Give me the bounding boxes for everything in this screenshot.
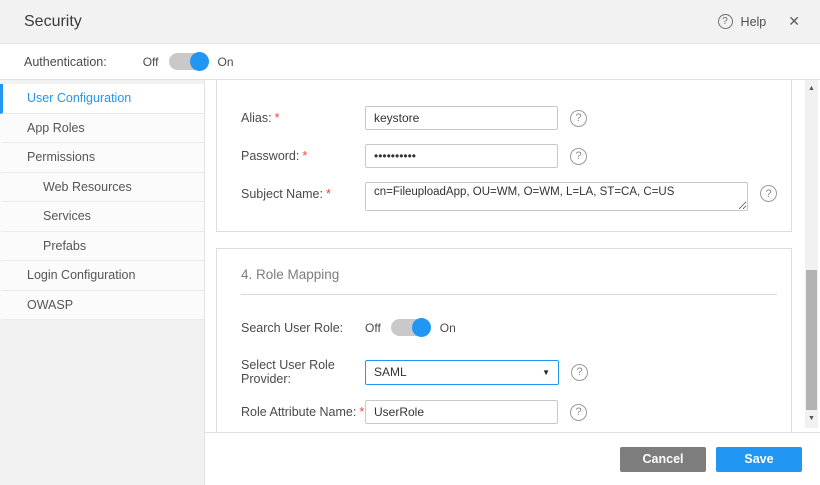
authentication-off-label: Off (143, 55, 159, 69)
scroll-viewport: Alias:* ? Password:* ? S (205, 80, 820, 432)
search-user-role-toggle[interactable] (391, 319, 430, 336)
subject-name-row: Subject Name:* cn=FileuploadApp, OU=WM, … (241, 182, 777, 211)
certificate-card: Alias:* ? Password:* ? S (216, 80, 792, 232)
help-link[interactable]: Help (741, 15, 767, 29)
password-row: Password:* ? (241, 144, 777, 168)
vertical-scrollbar[interactable]: ▲ ▼ (805, 80, 818, 428)
sidebar-item-services[interactable]: Services (0, 202, 204, 232)
dialog-body: User Configuration App Roles Permissions… (0, 80, 820, 485)
provider-selected-value: SAML (374, 365, 407, 379)
subject-name-label: Subject Name:* (241, 182, 365, 201)
provider-label: Select User Role Provider: (241, 358, 365, 386)
sidebar-item-permissions[interactable]: Permissions (0, 143, 204, 173)
alias-label: Alias:* (241, 111, 365, 125)
search-user-role-off-label: Off (365, 321, 381, 335)
sidebar-item-owasp[interactable]: OWASP (0, 291, 204, 321)
help-icon[interactable]: ? (718, 14, 733, 29)
required-asterisk: * (359, 405, 364, 419)
sidebar-item-prefabs[interactable]: Prefabs (0, 232, 204, 262)
role-attribute-input[interactable] (365, 400, 558, 424)
required-asterisk: * (275, 111, 280, 125)
dialog-header: Security ? Help ✕ (0, 0, 820, 44)
scrollbar-thumb[interactable] (806, 270, 817, 410)
role-mapping-section-title: 4. Role Mapping (241, 267, 777, 282)
user-role-provider-select[interactable]: SAML ▼ (365, 360, 559, 385)
subject-name-help-icon[interactable]: ? (760, 185, 777, 202)
password-help-icon[interactable]: ? (570, 148, 587, 165)
subject-name-textarea[interactable]: cn=FileuploadApp, OU=WM, O=WM, L=LA, ST=… (365, 182, 748, 211)
alias-help-icon[interactable]: ? (570, 110, 587, 127)
security-dialog: Security ? Help ✕ Authentication: Off On… (0, 0, 820, 485)
required-asterisk: * (326, 187, 331, 201)
alias-input[interactable] (365, 106, 558, 130)
search-user-role-toggle-group: Off On (365, 319, 456, 336)
authentication-toggle-group: Off On (143, 53, 234, 70)
sidebar-item-login-configuration[interactable]: Login Configuration (0, 261, 204, 291)
provider-help-icon[interactable]: ? (571, 364, 588, 381)
authentication-toggle[interactable] (169, 53, 208, 70)
cancel-button[interactable]: Cancel (620, 447, 706, 472)
sidebar-item-app-roles[interactable]: App Roles (0, 114, 204, 144)
sidebar-item-web-resources[interactable]: Web Resources (0, 173, 204, 203)
role-attribute-label: Role Attribute Name:* (241, 405, 365, 419)
search-user-role-on-label: On (440, 321, 456, 335)
main-panel: Alias:* ? Password:* ? S (205, 80, 820, 485)
dialog-footer: Cancel Save (205, 432, 820, 485)
security-sidebar: User Configuration App Roles Permissions… (0, 80, 205, 485)
password-label: Password:* (241, 149, 365, 163)
required-asterisk: * (302, 149, 307, 163)
role-mapping-card: 4. Role Mapping Search User Role: Off On (216, 248, 792, 432)
section-divider (241, 294, 777, 295)
sidebar-item-user-configuration[interactable]: User Configuration (0, 84, 204, 114)
scroll-up-icon[interactable]: ▲ (805, 84, 818, 94)
page-title: Security (24, 13, 82, 31)
chevron-down-icon: ▼ (542, 368, 550, 377)
authentication-bar: Authentication: Off On (0, 44, 820, 80)
search-user-role-row: Search User Role: Off On (241, 319, 777, 336)
scroll-down-icon[interactable]: ▼ (805, 414, 818, 424)
provider-row: Select User Role Provider: SAML ▼ ? (241, 358, 777, 386)
toggle-knob (190, 52, 209, 71)
close-icon[interactable]: ✕ (788, 13, 800, 30)
authentication-label: Authentication: (24, 55, 107, 69)
alias-row: Alias:* ? (241, 106, 777, 130)
header-actions: ? Help ✕ (718, 13, 800, 30)
toggle-knob (412, 318, 431, 337)
role-attribute-help-icon[interactable]: ? (570, 404, 587, 421)
save-button[interactable]: Save (716, 447, 802, 472)
authentication-on-label: On (218, 55, 234, 69)
search-user-role-label: Search User Role: (241, 321, 365, 335)
password-input[interactable] (365, 144, 558, 168)
role-attribute-row: Role Attribute Name:* ? (241, 400, 777, 424)
